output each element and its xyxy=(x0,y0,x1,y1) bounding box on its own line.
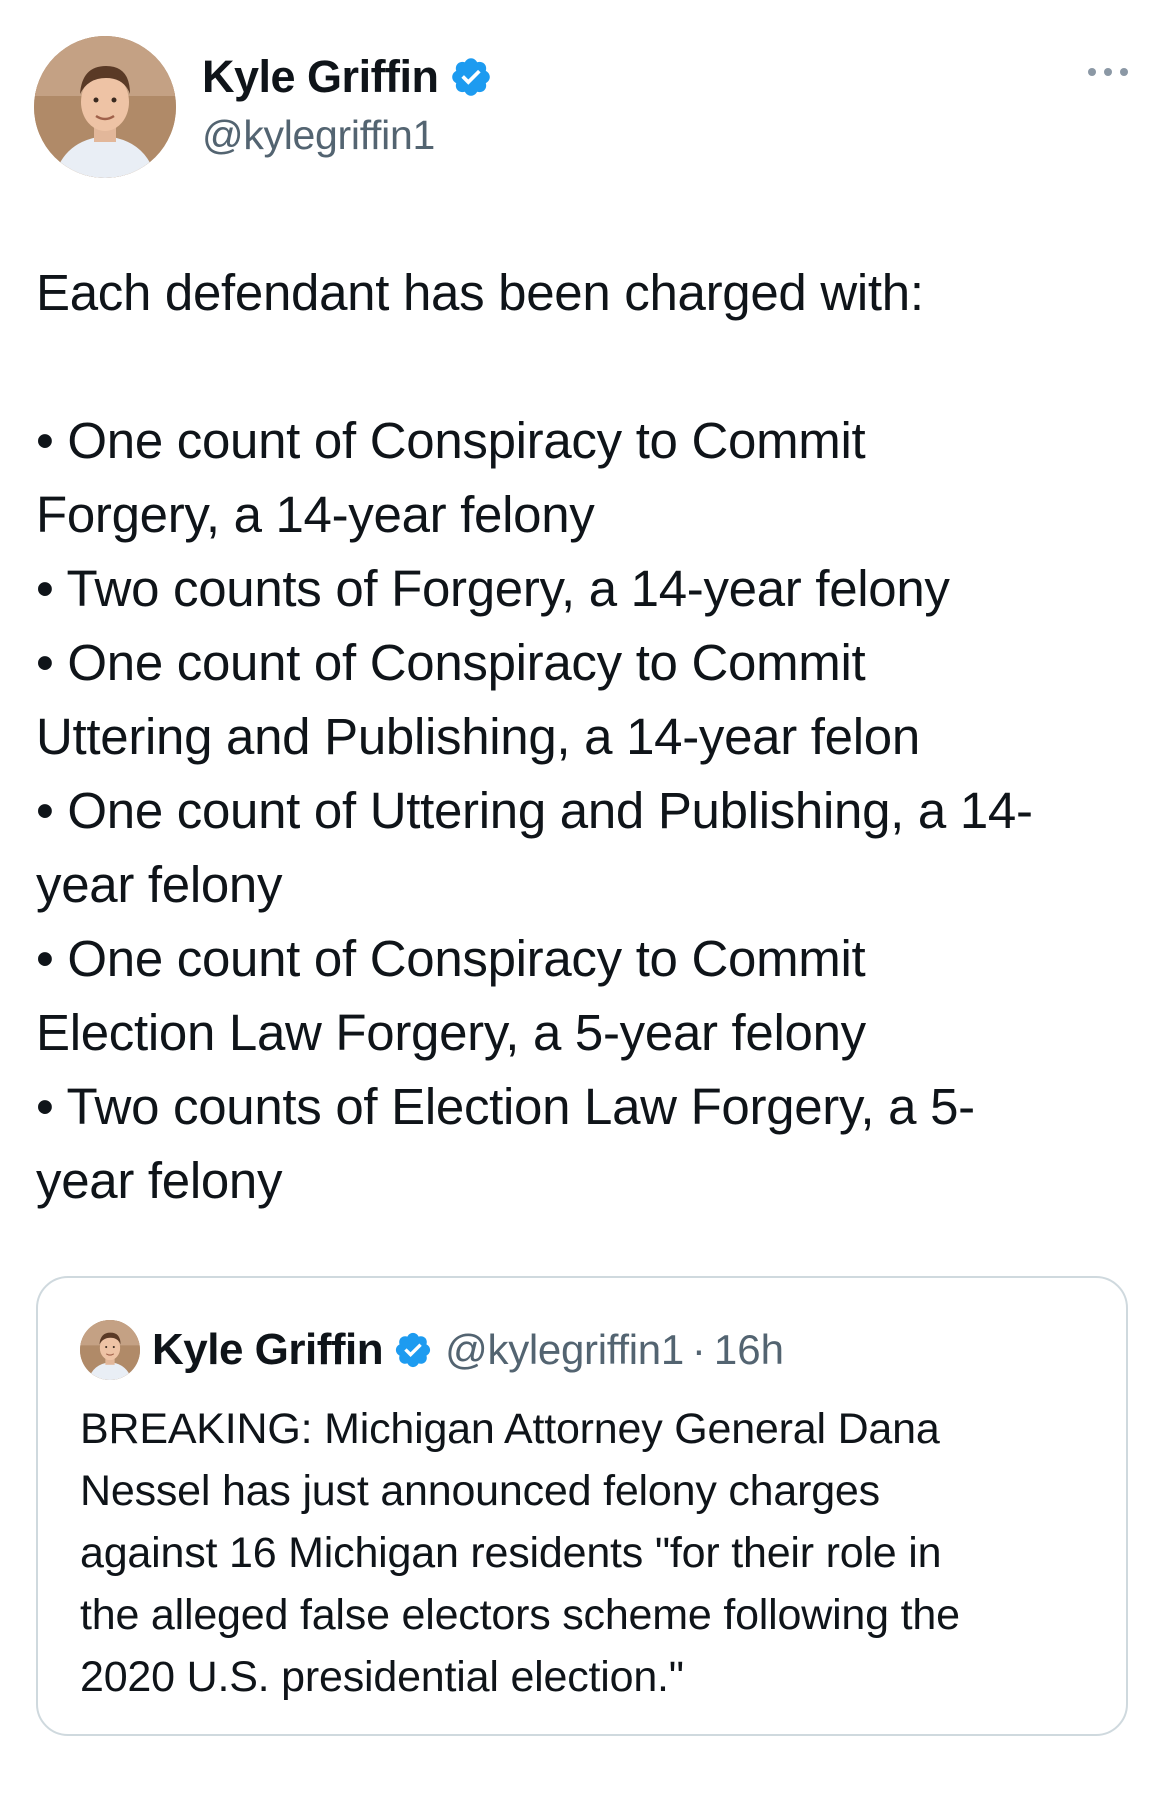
quoted-line: 2020 U.S. presidential election." xyxy=(80,1653,684,1701)
author-handle[interactable]: @kylegriffin1 xyxy=(202,112,435,159)
verified-badge-icon xyxy=(451,58,490,96)
quoted-timestamp[interactable]: 16h xyxy=(714,1326,784,1374)
quoted-line: BREAKING: Michigan Attorney General Dana xyxy=(80,1405,940,1453)
more-options-icon[interactable] xyxy=(1086,60,1130,84)
tweet-line: • One count of Conspiracy to Commit xyxy=(36,930,866,987)
quoted-tweet-card[interactable]: Kyle Griffin @kylegriffin1 · 16h BREAKIN… xyxy=(36,1276,1128,1736)
tweet-line: year felony xyxy=(36,856,283,913)
quoted-display-name[interactable]: Kyle Griffin xyxy=(152,1325,384,1375)
quoted-line: against 16 Michigan residents "for their… xyxy=(80,1529,942,1577)
tweet-line: • One count of Conspiracy to Commit xyxy=(36,634,866,691)
profile-photo-icon xyxy=(34,36,176,178)
quoted-avatar[interactable] xyxy=(80,1320,140,1380)
verified-badge-icon xyxy=(396,1332,431,1368)
tweet-line: • Two counts of Forgery, a 14-year felon… xyxy=(36,560,950,617)
author-display-name[interactable]: Kyle Griffin xyxy=(202,51,439,103)
separator-dot: · xyxy=(691,1326,706,1373)
tweet-line: Forgery, a 14-year felony xyxy=(36,486,595,543)
tweet: Kyle Griffin @kylegriffin1 Each defendan… xyxy=(0,0,1170,1799)
tweet-line: • One count of Uttering and Publishing, … xyxy=(36,782,1033,839)
quoted-header: Kyle Griffin @kylegriffin1 · 16h xyxy=(152,1318,784,1382)
tweet-line: Uttering and Publishing, a 14-year felon xyxy=(36,708,920,765)
tweet-text: Each defendant has been charged with: • … xyxy=(36,256,1136,1218)
tweet-line: • Two counts of Election Law Forgery, a … xyxy=(36,1078,975,1135)
tweet-line: year felony xyxy=(36,1152,283,1209)
author-name-row[interactable]: Kyle Griffin xyxy=(202,48,493,106)
quoted-line: the alleged false electors scheme follow… xyxy=(80,1591,960,1639)
quoted-tweet-text: BREAKING: Michigan Attorney General Dana… xyxy=(80,1398,1090,1708)
quoted-handle[interactable]: @kylegriffin1 xyxy=(445,1326,684,1374)
tweet-line: • One count of Conspiracy to Commit xyxy=(36,412,866,469)
avatar[interactable] xyxy=(34,36,176,178)
profile-photo-icon xyxy=(80,1320,140,1380)
quoted-line: Nessel has just announced felony charges xyxy=(80,1467,880,1515)
tweet-intro: Each defendant has been charged with: xyxy=(36,264,924,321)
tweet-line: Election Law Forgery, a 5-year felony xyxy=(36,1004,866,1061)
